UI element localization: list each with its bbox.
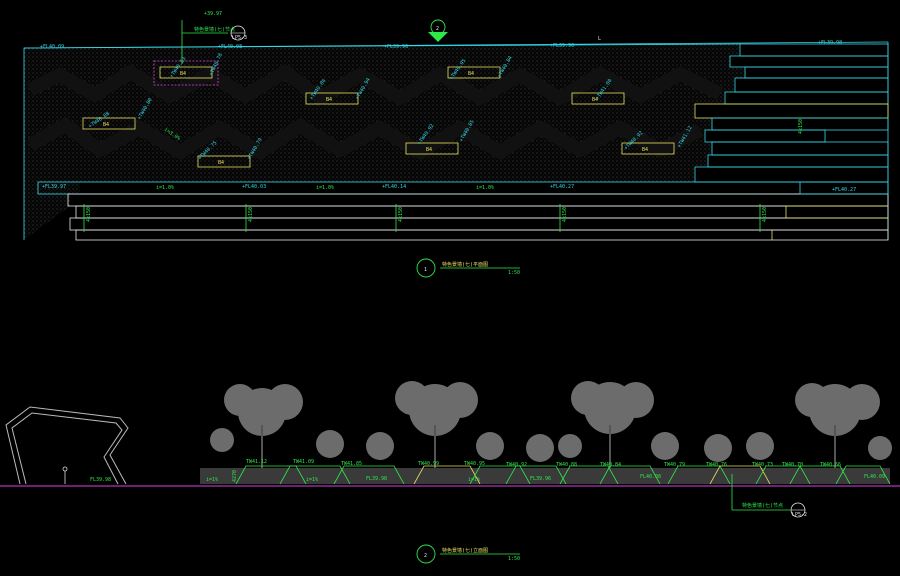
step-level-label: +FL40.27 (832, 187, 856, 193)
slope-label: i=1.0% (476, 185, 494, 191)
step-count-label: 4x150 (248, 207, 254, 222)
plan-callout: 1 特色景墙(七)平面图 1:50 (416, 258, 520, 278)
block-label: B4 (180, 71, 186, 77)
elevation-callout-number: 2 (424, 553, 427, 559)
section-marker-label: 2 (436, 26, 439, 32)
level-label: +FL40.09 (40, 44, 64, 50)
tw-level-label: TW40.99 (418, 461, 439, 467)
elevation-callout: 2 特色景墙(七)立面图 1:50 (416, 544, 520, 564)
level-label: +FL39.96 (384, 44, 408, 50)
fl-level-label: FL39.96 (530, 476, 551, 482)
slope-mark: i=1% (306, 477, 318, 483)
corner-mark: L (598, 36, 601, 42)
tw-level-label: TW41.85 (341, 461, 362, 467)
plan-callout-scale: 1:50 (508, 270, 520, 276)
tw-level-label: TW40.79 (664, 462, 685, 468)
sculpture-outline (11, 412, 123, 485)
block-label: B4 (426, 147, 432, 153)
block-label: B4 (218, 160, 224, 166)
tw-level-label: TW40.84 (600, 462, 621, 468)
step-level-label: +FL40.27 (550, 184, 574, 190)
person-figure (62, 466, 68, 484)
block-label: B4 (326, 97, 332, 103)
tw-level-label: TW40.70 (782, 462, 803, 468)
block-label: B4 (468, 71, 474, 77)
tw-level-label: TW40.76 (706, 462, 727, 468)
slope-label: i=1.0% (316, 185, 334, 191)
step-level-label: +FL39.97 (42, 184, 66, 190)
tree-canopies (210, 381, 892, 462)
section-marker: 2 (428, 19, 448, 42)
elevation-view: TW41.12 TW41.09 TW41.85 TW40.99 TW40.95 … (0, 381, 900, 564)
top-elevation-label: +39.97 (204, 11, 222, 17)
step-count-label: 4x150 (762, 207, 768, 222)
plan-view: B4 B4 B4 B4 B4 B4 B4 B4 +FL40.09 +FL40.0… (23, 11, 889, 278)
step-count-label: 4x150 (398, 207, 404, 222)
slope-mark: i=1% (468, 477, 480, 483)
tw-level-label: TW40.92 (506, 462, 527, 468)
cad-drawing: B4 B4 B4 B4 B4 B4 B4 B4 +FL40.09 +FL40.0… (0, 11, 900, 564)
slope-label: i=1.0% (156, 185, 174, 191)
fl-level-label: FL39.98 (90, 477, 111, 483)
tw-level-label: TW41.12 (246, 459, 267, 465)
slope-mark: i=1% (206, 477, 218, 483)
tw-level-label: TW40.88 (556, 462, 577, 468)
tw-level-label: TW40.73 (752, 462, 773, 468)
tw-level-label: TW40.95 (464, 461, 485, 467)
level-label: +FL40.08 (218, 44, 242, 50)
step-level-label: +FL40.03 (242, 184, 266, 190)
detail-ref-label: 特色景墙(七)节点 (742, 502, 783, 509)
detail-ref-label: 特色景墙(七)节点 (194, 26, 235, 33)
level-label: +FL39.90 (550, 43, 574, 49)
plan-callout-title: 特色景墙(七)平面图 (442, 261, 488, 268)
step-level-label: +FL40.14 (382, 184, 406, 190)
elevation-callout-scale: 1:50 (508, 556, 520, 562)
tw-level-label: TW41.09 (293, 459, 314, 465)
tw-level-label: TW40.66 (820, 462, 841, 468)
detail-ref-sheet: LP5-2 (792, 512, 807, 518)
fl-level-label: FL40.09 (864, 474, 885, 480)
block-label: B4 (642, 147, 648, 153)
right-step-label: 4x150 (798, 119, 804, 134)
step-count-label: 4x150 (562, 207, 568, 222)
detail-ref-sheet: LP5-3 (232, 35, 247, 41)
level-label: +FL39.98 (818, 40, 842, 46)
fl-level-label: FL40.08 (640, 474, 661, 480)
step-count-label: 4x150 (86, 207, 92, 222)
plan-callout-number: 1 (424, 267, 427, 273)
fl-level-label: FL39.98 (366, 476, 387, 482)
elevation-callout-title: 特色景墙(七)立面图 (442, 547, 488, 554)
height-mark: 4270 (232, 470, 238, 482)
block-label: B4 (103, 122, 109, 128)
